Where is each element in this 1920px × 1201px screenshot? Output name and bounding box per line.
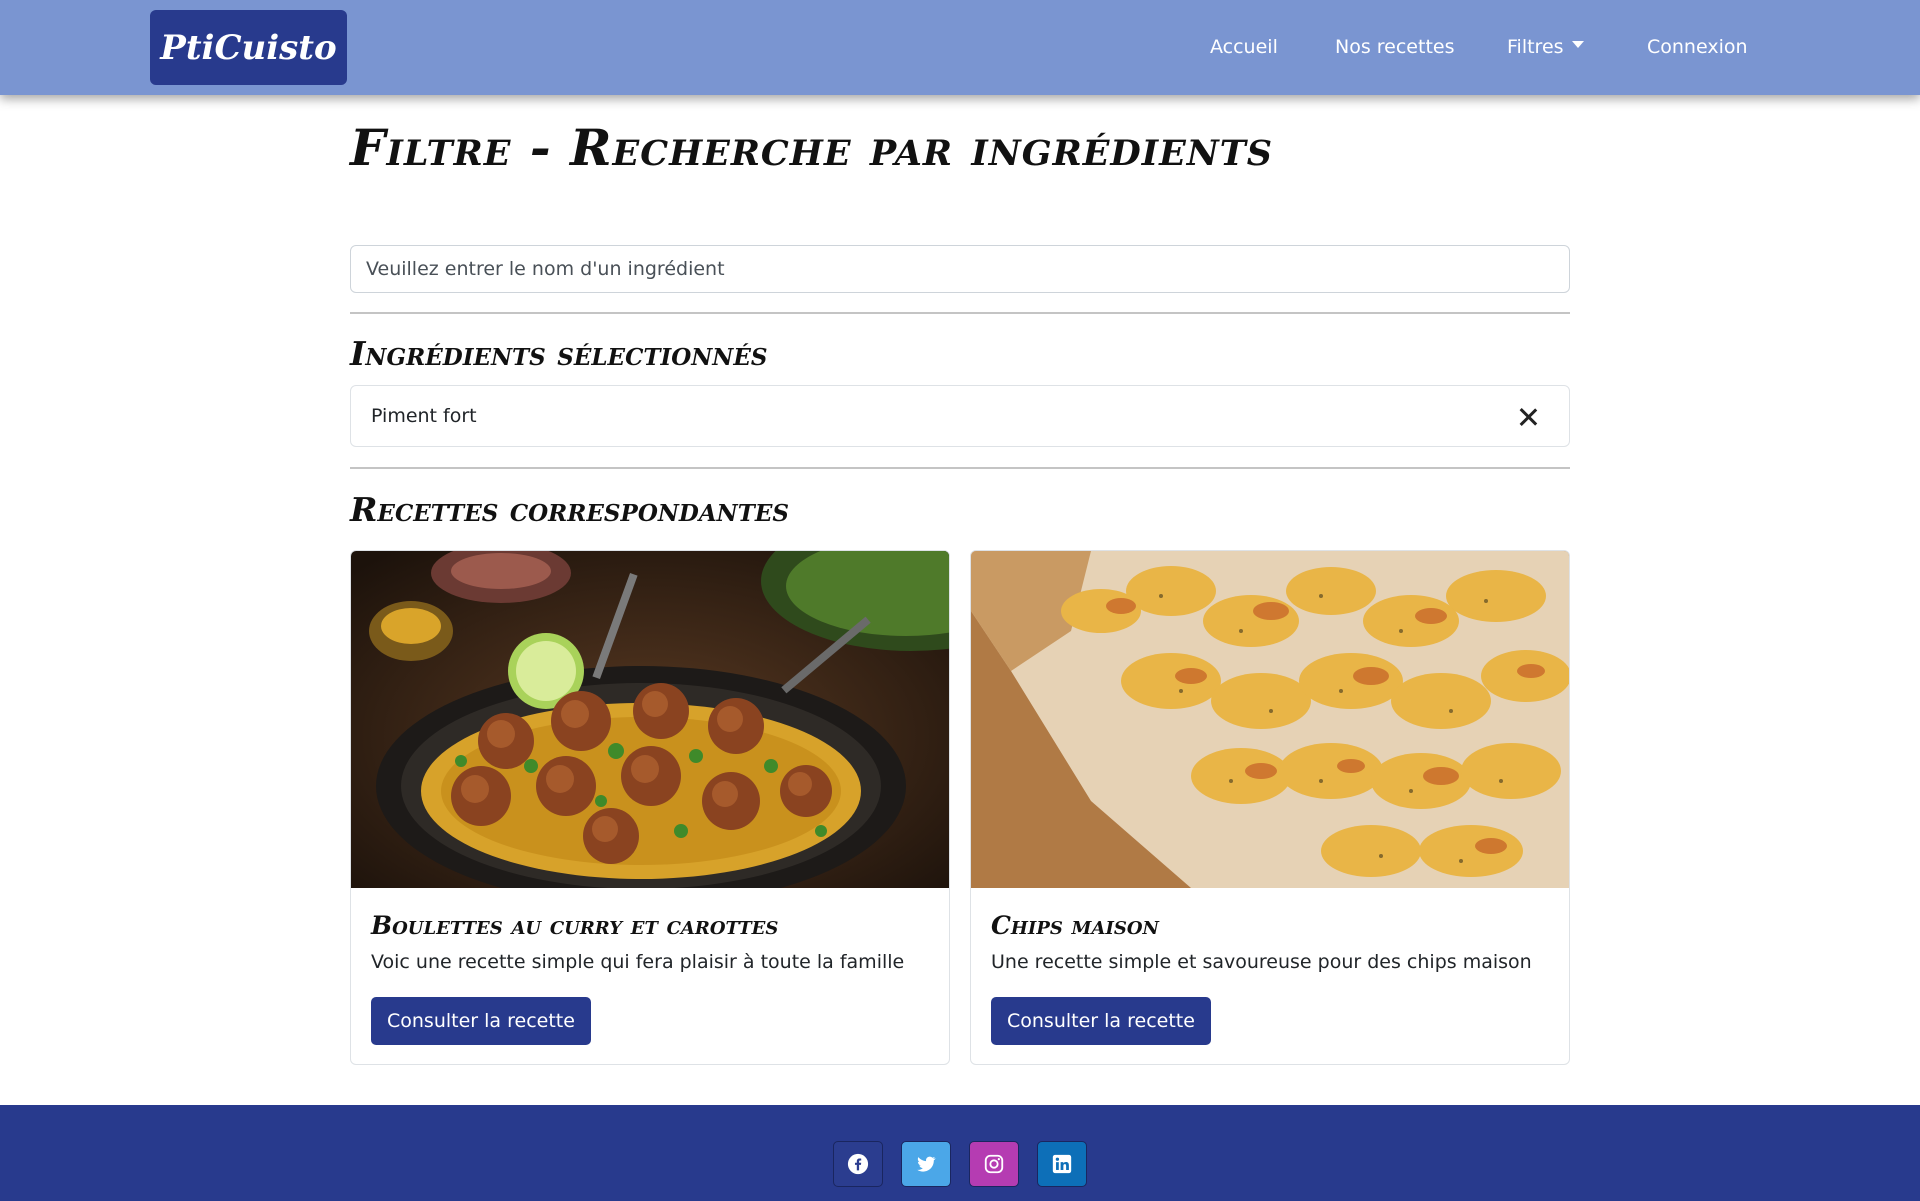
view-recipe-button[interactable]: Consulter la recette [991,997,1211,1045]
instagram-icon [984,1154,1004,1174]
view-recipe-button[interactable]: Consulter la recette [371,997,591,1045]
recipe-card: Chips maison Une recette simple et savou… [970,550,1570,1065]
recipe-title: Boulettes au curry et carottes [371,911,779,940]
footer [0,1105,1920,1201]
remove-ingredient-close-icon[interactable] [1513,402,1543,432]
nav-link-nos-recettes[interactable]: Nos recettes [1335,36,1454,58]
results-heading: Recettes correspondantes [350,490,789,529]
recipe-description: Une recette simple et savoureuse pour de… [991,951,1532,973]
recipe-card: Boulettes au curry et carottes Voic une … [350,550,950,1065]
linkedin-link[interactable] [1037,1141,1087,1187]
ingredient-search-input[interactable] [350,245,1570,293]
caret-down-icon [1571,41,1584,48]
selected-ingredient-label: Piment fort [371,405,477,427]
recipe-image-meatballs [351,551,949,888]
twitter-link[interactable] [901,1141,951,1187]
selected-ingredient-item: Piment fort [350,385,1570,447]
nav-dropdown-filtres[interactable]: Filtres [1507,36,1584,58]
selected-ingredients-heading: Ingrédients sélectionnés [350,334,768,373]
instagram-link[interactable] [969,1141,1019,1187]
recipe-image-chips [971,551,1569,888]
facebook-link[interactable] [833,1141,883,1187]
recipe-title: Chips maison [991,911,1160,940]
navbar: PtiCuisto Accueil Nos recettes Filtres C… [0,0,1920,95]
recipe-description: Voic une recette simple qui fera plaisir… [371,951,905,973]
nav-link-connexion[interactable]: Connexion [1647,36,1748,58]
linkedin-icon [1052,1154,1072,1174]
facebook-icon [847,1153,869,1175]
nav-dropdown-filtres-label: Filtres [1507,36,1564,58]
page-title: Filtre - Recherche par ingrédients [350,118,1274,177]
divider [350,467,1570,469]
nav-link-accueil[interactable]: Accueil [1210,36,1278,58]
twitter-icon [917,1156,936,1172]
divider [350,312,1570,314]
brand-logo[interactable]: PtiCuisto [150,10,347,85]
